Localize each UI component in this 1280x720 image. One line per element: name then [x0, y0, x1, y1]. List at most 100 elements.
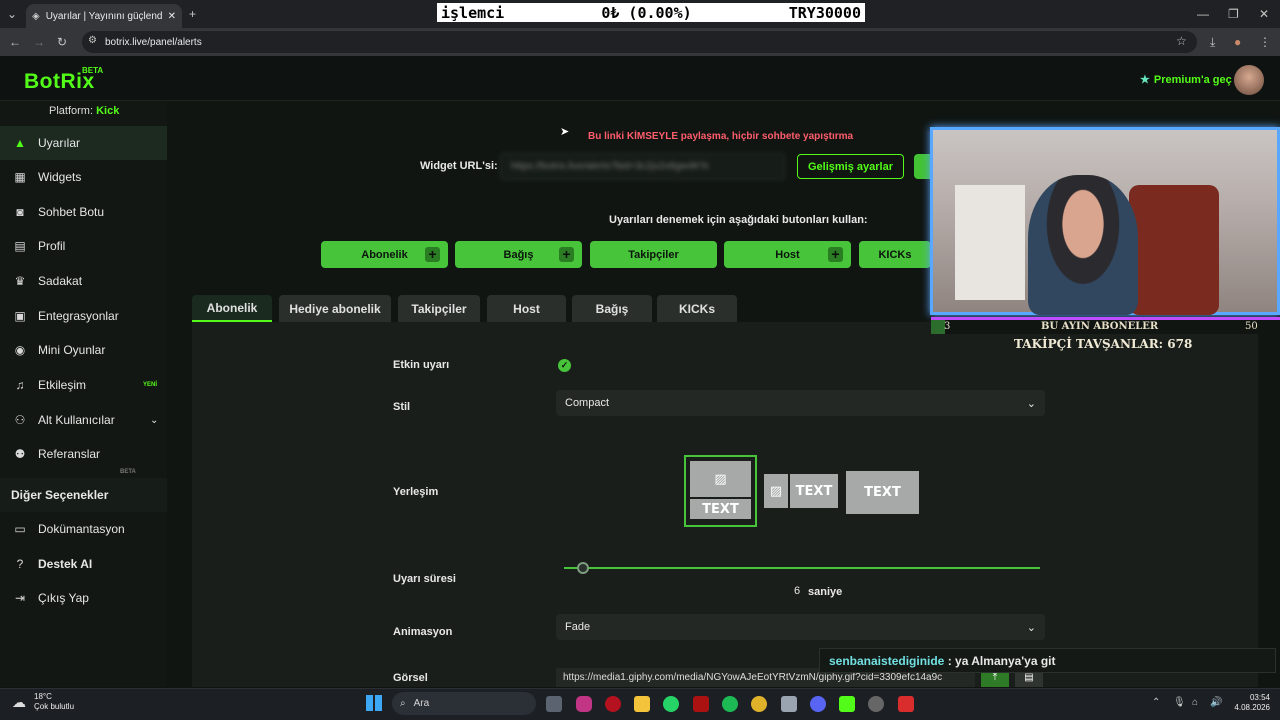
browser-toolbar: ← → ↻ ⚙ botrix.live/panel/alerts ☆ ⤓ ● ⋮ — [0, 28, 1280, 56]
tab-hediye-abonelik[interactable]: Hediye abonelik — [279, 295, 391, 322]
premium-label: Premium'a geç — [1153, 73, 1232, 86]
obs-icon[interactable] — [868, 696, 884, 712]
bookmark-star-icon[interactable]: ☆ — [1176, 34, 1187, 48]
sidebar-item-widgets[interactable]: ▦ Widgets — [0, 160, 167, 194]
file-explorer-icon[interactable] — [634, 696, 650, 712]
layout-label: Yerleşim — [393, 486, 439, 498]
sidebar-item-label: Destek AI — [38, 557, 93, 571]
help-icon: ? — [16, 557, 24, 571]
download-icon[interactable]: ⤓ — [1210, 35, 1215, 50]
sidebar-item-mini-oyunlar[interactable]: ◉ Mini Oyunlar — [0, 333, 167, 367]
sidebar-item-alt-kullanicilar[interactable]: ⚇ Alt Kullanıcılar BETA ⌄ — [0, 403, 167, 475]
back-icon[interactable]: ← — [9, 35, 21, 49]
duration-slider-handle[interactable] — [577, 562, 589, 574]
premium-link[interactable]: ★ Premium'a geç — [1140, 73, 1232, 87]
sidebar-item-entegrasyonlar[interactable]: ▣ Entegrasyonlar — [0, 299, 167, 333]
kick-icon[interactable] — [839, 696, 855, 712]
tab-host[interactable]: Host — [487, 295, 566, 322]
advanced-settings-button[interactable]: Gelişmiş ayarlar — [797, 154, 904, 179]
taskbar-search[interactable]: ⌕ Ara — [392, 692, 536, 715]
button-label: Host — [775, 248, 800, 261]
sidebar-item-referanslar[interactable]: ⚉ Referanslar — [0, 437, 167, 471]
sidebar-item-etkilesim[interactable]: ♫ Etkileşim YENİ — [0, 368, 167, 402]
sidebar-item-dokumantasyon[interactable]: ▭ Dokümantasyon — [0, 512, 167, 546]
layout-option-side[interactable]: ▨ TEXT — [764, 474, 839, 510]
sidebar-item-profil[interactable]: ▤ Profil — [0, 229, 167, 263]
volume-icon[interactable]: 🔊 — [1210, 697, 1222, 708]
new-tab-icon[interactable]: + — [189, 7, 196, 21]
enabled-checkbox[interactable]: ✓ — [558, 359, 571, 372]
reload-icon[interactable]: ↻ — [57, 35, 67, 49]
chrome-icon[interactable] — [751, 696, 767, 712]
tab-abonelik[interactable]: Abonelik — [192, 295, 272, 322]
duration-slider[interactable] — [564, 567, 1040, 569]
animation-select[interactable]: Fade ⌄ — [556, 614, 1045, 640]
close-tab-icon[interactable]: ✕ — [168, 11, 176, 22]
maximize-icon[interactable]: ❐ — [1228, 7, 1239, 21]
weather-icon[interactable]: ☁ — [12, 694, 26, 711]
duration-unit: saniye — [808, 586, 843, 598]
sidebar-item-uyarilar[interactable]: ▲ Uyarılar — [0, 126, 167, 160]
test-donation-button[interactable]: Bağış + — [455, 241, 582, 268]
test-kicks-button[interactable]: KICKs — [859, 241, 931, 268]
browser-tab[interactable]: ◈ Uyarılar | Yayınını güçlendirme ✕ — [26, 4, 182, 28]
sidebar-item-label: Sohbet Botu — [38, 205, 105, 219]
sidebar-item-sadakat[interactable]: ♛ Sadakat — [0, 264, 167, 298]
photos-icon[interactable] — [781, 696, 797, 712]
layout-option-overlay[interactable]: TEXT — [846, 471, 919, 514]
plus-icon[interactable]: + — [425, 247, 440, 262]
forward-icon[interactable]: → — [33, 35, 45, 49]
whatsapp-icon[interactable] — [663, 696, 679, 712]
widget-url-label: Widget URL'si: — [420, 160, 498, 172]
minimize-icon[interactable]: — — [1197, 7, 1209, 21]
opera-icon[interactable] — [605, 696, 621, 712]
profile-icon[interactable]: ● — [1234, 35, 1241, 49]
microphone-icon[interactable]: 🎙 — [1173, 697, 1186, 708]
windows-start-icon[interactable] — [366, 695, 382, 711]
button-label: Takipçiler — [628, 248, 679, 261]
chevron-down-icon[interactable]: ⌄ — [150, 415, 158, 426]
screen: ⌄ ◈ Uyarılar | Yayınını güçlendirme ✕ + … — [0, 0, 1280, 720]
doc-icon: ▭ — [14, 522, 26, 536]
browser-tab-strip: ⌄ ◈ Uyarılar | Yayınını güçlendirme ✕ + … — [0, 0, 1280, 28]
test-followers-button[interactable]: Takipçiler — [590, 241, 717, 268]
user-avatar[interactable] — [1234, 65, 1264, 95]
layout-option-stacked[interactable]: ▨ TEXT — [684, 455, 757, 527]
time: 03:54 — [1249, 693, 1270, 702]
tab-takipciler[interactable]: Takipçiler — [398, 295, 480, 322]
instagram-icon[interactable] — [576, 696, 592, 712]
sidebar-item-cikis-yap[interactable]: ⇥ Çıkış Yap — [0, 581, 167, 615]
plus-icon[interactable]: + — [559, 247, 574, 262]
button-label: Bağış — [503, 248, 534, 261]
tab-bagis[interactable]: Bağış — [572, 295, 652, 322]
style-label: Stil — [393, 401, 411, 413]
task-view-icon[interactable] — [546, 696, 562, 712]
goal-title: BU AYIN ABONELER — [1041, 321, 1159, 332]
style-select[interactable]: Compact ⌄ — [556, 390, 1045, 416]
network-icon[interactable]: ⌂ — [1192, 697, 1198, 708]
site-info-icon[interactable]: ⚙ — [88, 35, 97, 46]
menu-icon[interactable]: ⋮ — [1259, 35, 1271, 49]
sidebar-item-label: Mini Oyunlar — [38, 343, 106, 357]
widget-url-input[interactable]: https://botrix.live/alerts?bid=3c2jx2v8g… — [500, 153, 785, 180]
plus-icon[interactable]: + — [828, 247, 843, 262]
sidebar-item-sohbet-botu[interactable]: ◙ Sohbet Botu — [0, 195, 167, 229]
id-card-icon: ▤ — [14, 239, 26, 253]
tab-list-icon[interactable]: ⌄ — [7, 7, 17, 21]
tab-kicks[interactable]: KICKs — [657, 295, 737, 322]
ticker-left: işlemci — [441, 3, 505, 22]
sidebar-section-header: Diğer Seçenekler — [0, 478, 167, 512]
test-subscription-button[interactable]: Abonelik + — [321, 241, 448, 268]
sidebar-item-label: Sadakat — [38, 274, 83, 288]
discord-icon[interactable] — [810, 696, 826, 712]
weather-widget[interactable]: 18°C Çok bulutlu — [34, 692, 74, 712]
recorder-icon[interactable] — [898, 696, 914, 712]
address-bar[interactable]: ⚙ botrix.live/panel/alerts ☆ — [82, 31, 1197, 53]
spotify-icon[interactable] — [722, 696, 738, 712]
sidebar-item-destek-ai[interactable]: ? Destek AI — [0, 547, 167, 581]
app-icon[interactable] — [693, 696, 709, 712]
close-window-icon[interactable]: ✕ — [1259, 7, 1269, 21]
taskbar-clock[interactable]: 03:54 4.08.2026 — [1226, 693, 1270, 713]
tray-chevron-icon[interactable]: ⌃ — [1152, 697, 1160, 708]
test-host-button[interactable]: Host + — [724, 241, 851, 268]
